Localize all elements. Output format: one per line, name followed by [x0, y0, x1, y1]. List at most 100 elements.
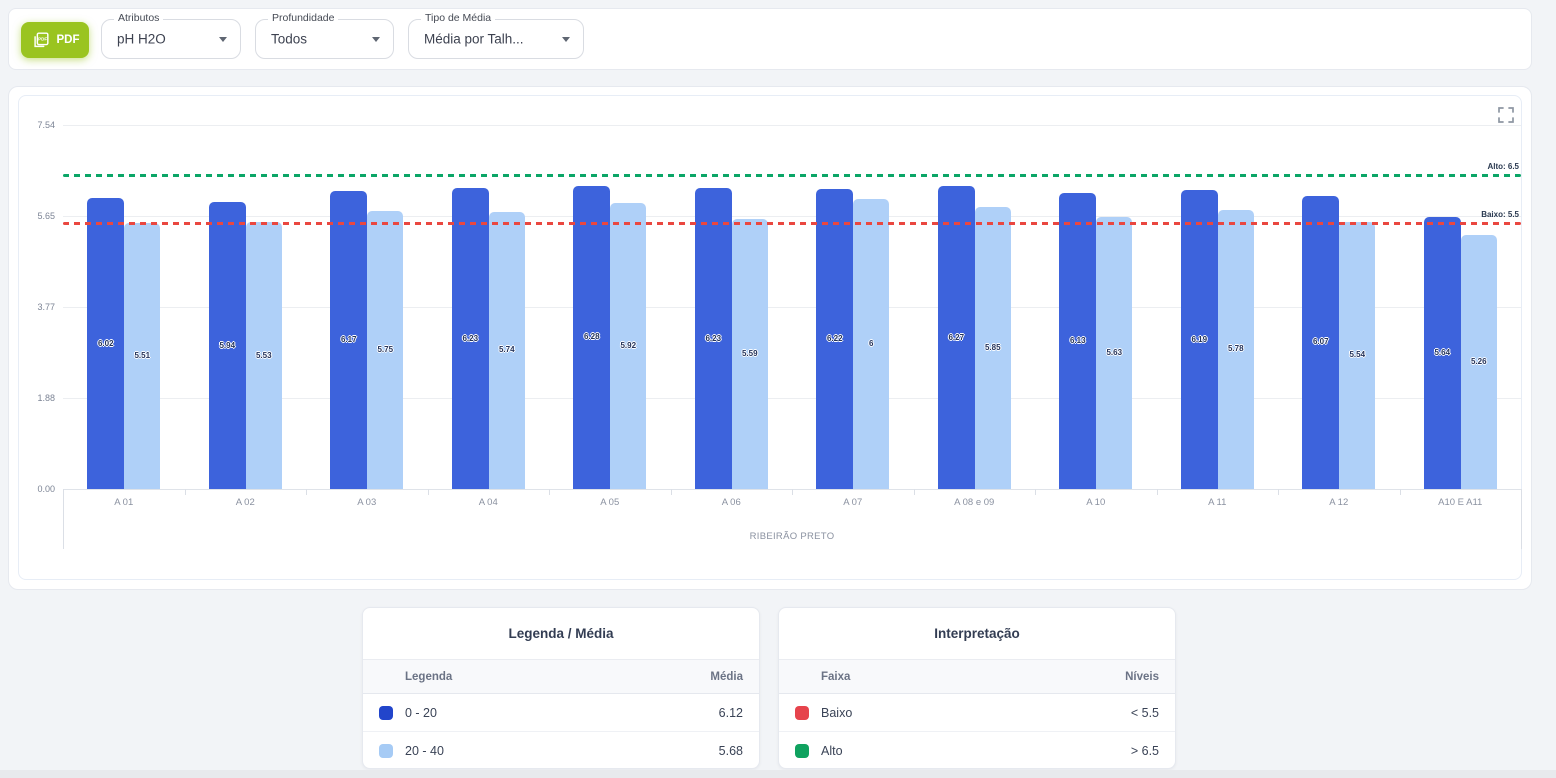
x-axis-tick	[306, 489, 307, 495]
reference-line-alto	[63, 174, 1521, 177]
legend-col-header: Legenda	[405, 671, 452, 683]
interpretation-table-body: Baixo< 5.5Alto> 6.5	[779, 694, 1175, 769]
y-axis-tick-label: 5.65	[9, 211, 55, 221]
legend-row-value: 5.68	[719, 744, 743, 758]
chevron-down-icon	[562, 37, 570, 42]
chevron-down-icon	[372, 37, 380, 42]
filter-label: Tipo de Média	[421, 12, 495, 24]
interpretation-row-label: Alto	[821, 744, 843, 758]
y-axis-tick-label: 1.88	[9, 393, 55, 403]
bar-value-label: 6.22	[816, 334, 853, 343]
color-swatch	[379, 706, 393, 720]
x-axis-tick	[914, 489, 915, 495]
filter-select-tipo-de-média[interactable]: Tipo de MédiaMédia por Talh...	[408, 19, 584, 59]
pdf-export-button[interactable]: PDF PDF	[21, 22, 89, 58]
filter-select-atributos[interactable]: AtributospH H2O	[101, 19, 241, 59]
page-bottom-strip	[0, 770, 1556, 778]
x-axis-category-label: A 04	[428, 497, 550, 508]
x-axis-category-label: A 01	[63, 497, 185, 508]
filter-group: AtributospH H2OProfundidadeTodosTipo de …	[101, 9, 584, 69]
legend-table-header: Legenda Média	[363, 660, 759, 694]
legend-row: 20 - 40 5.68	[363, 732, 759, 769]
color-swatch	[379, 744, 393, 758]
x-axis-group-label: RIBEIRÃO PRETO	[63, 531, 1521, 542]
bar-value-label: 5.54	[1339, 350, 1375, 359]
x-axis-tick	[1157, 489, 1158, 495]
gridline	[63, 125, 1521, 126]
filter-value: pH H2O	[117, 32, 166, 47]
y-axis-tick-label: 0.00	[9, 484, 55, 494]
interpretation-table: Interpretação Faixa Níveis Baixo< 5.5Alt…	[778, 607, 1176, 769]
legend-row-label: 20 - 40	[405, 744, 444, 758]
bar-value-label: 6.17	[330, 335, 367, 344]
x-axis-tick	[671, 489, 672, 495]
x-axis-category-label: A 11	[1157, 497, 1279, 508]
legend-row-label: 0 - 20	[405, 706, 437, 720]
bar-value-label: 5.26	[1461, 357, 1497, 366]
bar-value-label: 5.85	[975, 343, 1011, 352]
media-col-header: Média	[710, 671, 743, 683]
niveis-col-header: Níveis	[1125, 671, 1159, 683]
interpretation-row-value: > 6.5	[1131, 744, 1159, 758]
interpretation-row: Alto > 6.5	[779, 732, 1175, 769]
legend-row: 0 - 20 6.12	[363, 694, 759, 732]
bar-value-label: 6.19	[1181, 335, 1218, 344]
filter-label: Atributos	[114, 12, 163, 24]
bar-value-label: 6.07	[1302, 337, 1339, 346]
reference-line-label: Alto: 6.5	[63, 162, 1519, 171]
x-axis-tick	[185, 489, 186, 495]
bar-value-label: 6.27	[938, 333, 975, 342]
legend-table-body: 0 - 20 6.12 20 - 40 5.68	[363, 694, 759, 769]
x-axis-tick	[1278, 489, 1279, 495]
bar-value-label: 5.75	[367, 345, 403, 354]
bar-value-label: 5.59	[732, 349, 768, 358]
x-axis-category-label: A 06	[671, 497, 793, 508]
chevron-down-icon	[219, 37, 227, 42]
bar-value-label: 6	[853, 339, 889, 348]
x-axis-tick	[1035, 489, 1036, 495]
x-axis-category-label: A 02	[185, 497, 307, 508]
toolbar: PDF PDF AtributospH H2OProfundidadeTodos…	[8, 8, 1532, 70]
x-axis-category-label: A 10	[1035, 497, 1157, 508]
bar-value-label: 6.02	[87, 339, 124, 348]
x-axis-category-label: A 05	[549, 497, 671, 508]
y-axis-tick-label: 7.54	[9, 120, 55, 130]
x-axis-tick	[1400, 489, 1401, 495]
filter-value: Todos	[271, 32, 307, 47]
bar-value-label: 5.51	[124, 351, 160, 360]
interpretation-table-title: Interpretação	[779, 608, 1175, 660]
x-axis-tick	[428, 489, 429, 495]
dashboard: PDF PDF AtributospH H2OProfundidadeTodos…	[0, 0, 1556, 778]
chart-card: 7.54 5.65 3.77 1.88 0.00 A 01A 02A 03A 04A 05…	[8, 86, 1532, 590]
color-swatch	[795, 744, 809, 758]
pdf-icon: PDF	[31, 30, 51, 50]
x-axis-category-label: A 12	[1278, 497, 1400, 508]
filter-value: Média por Talh...	[424, 32, 524, 47]
bar-value-label: 5.78	[1218, 344, 1254, 353]
filter-select-profundidade[interactable]: ProfundidadeTodos	[255, 19, 394, 59]
color-swatch	[795, 706, 809, 720]
x-axis-tick	[792, 489, 793, 495]
x-axis-category-label: A 08 e 09	[914, 497, 1036, 508]
faixa-col-header: Faixa	[821, 671, 850, 683]
pdf-button-label: PDF	[57, 34, 80, 46]
bar-value-label: 6.13	[1059, 336, 1096, 345]
interpretation-row-label: Baixo	[821, 706, 852, 720]
svg-text:PDF: PDF	[38, 37, 47, 42]
bar-value-label: 6.23	[695, 334, 732, 343]
bar-value-label: 6.28	[573, 332, 610, 341]
y-axis-tick-label: 3.77	[9, 302, 55, 312]
legend-table-title: Legenda / Média	[363, 608, 759, 660]
bar-value-label: 5.94	[209, 341, 246, 350]
bar-value-label: 5.53	[246, 351, 282, 360]
interpretation-table-header: Faixa Níveis	[779, 660, 1175, 694]
bar-value-label: 5.92	[610, 341, 646, 350]
x-axis-category-label: A 07	[792, 497, 914, 508]
bar-chart: 7.54 5.65 3.77 1.88 0.00 A 01A 02A 03A 04A 05…	[9, 87, 1531, 589]
bar-value-label: 5.64	[1424, 348, 1461, 357]
bar-value-label: 5.63	[1096, 348, 1132, 357]
reference-line-baixo	[63, 222, 1521, 225]
legend-row-value: 6.12	[719, 706, 743, 720]
x-axis-category-label: A 03	[306, 497, 428, 508]
bar-value-label: 6.23	[452, 334, 489, 343]
